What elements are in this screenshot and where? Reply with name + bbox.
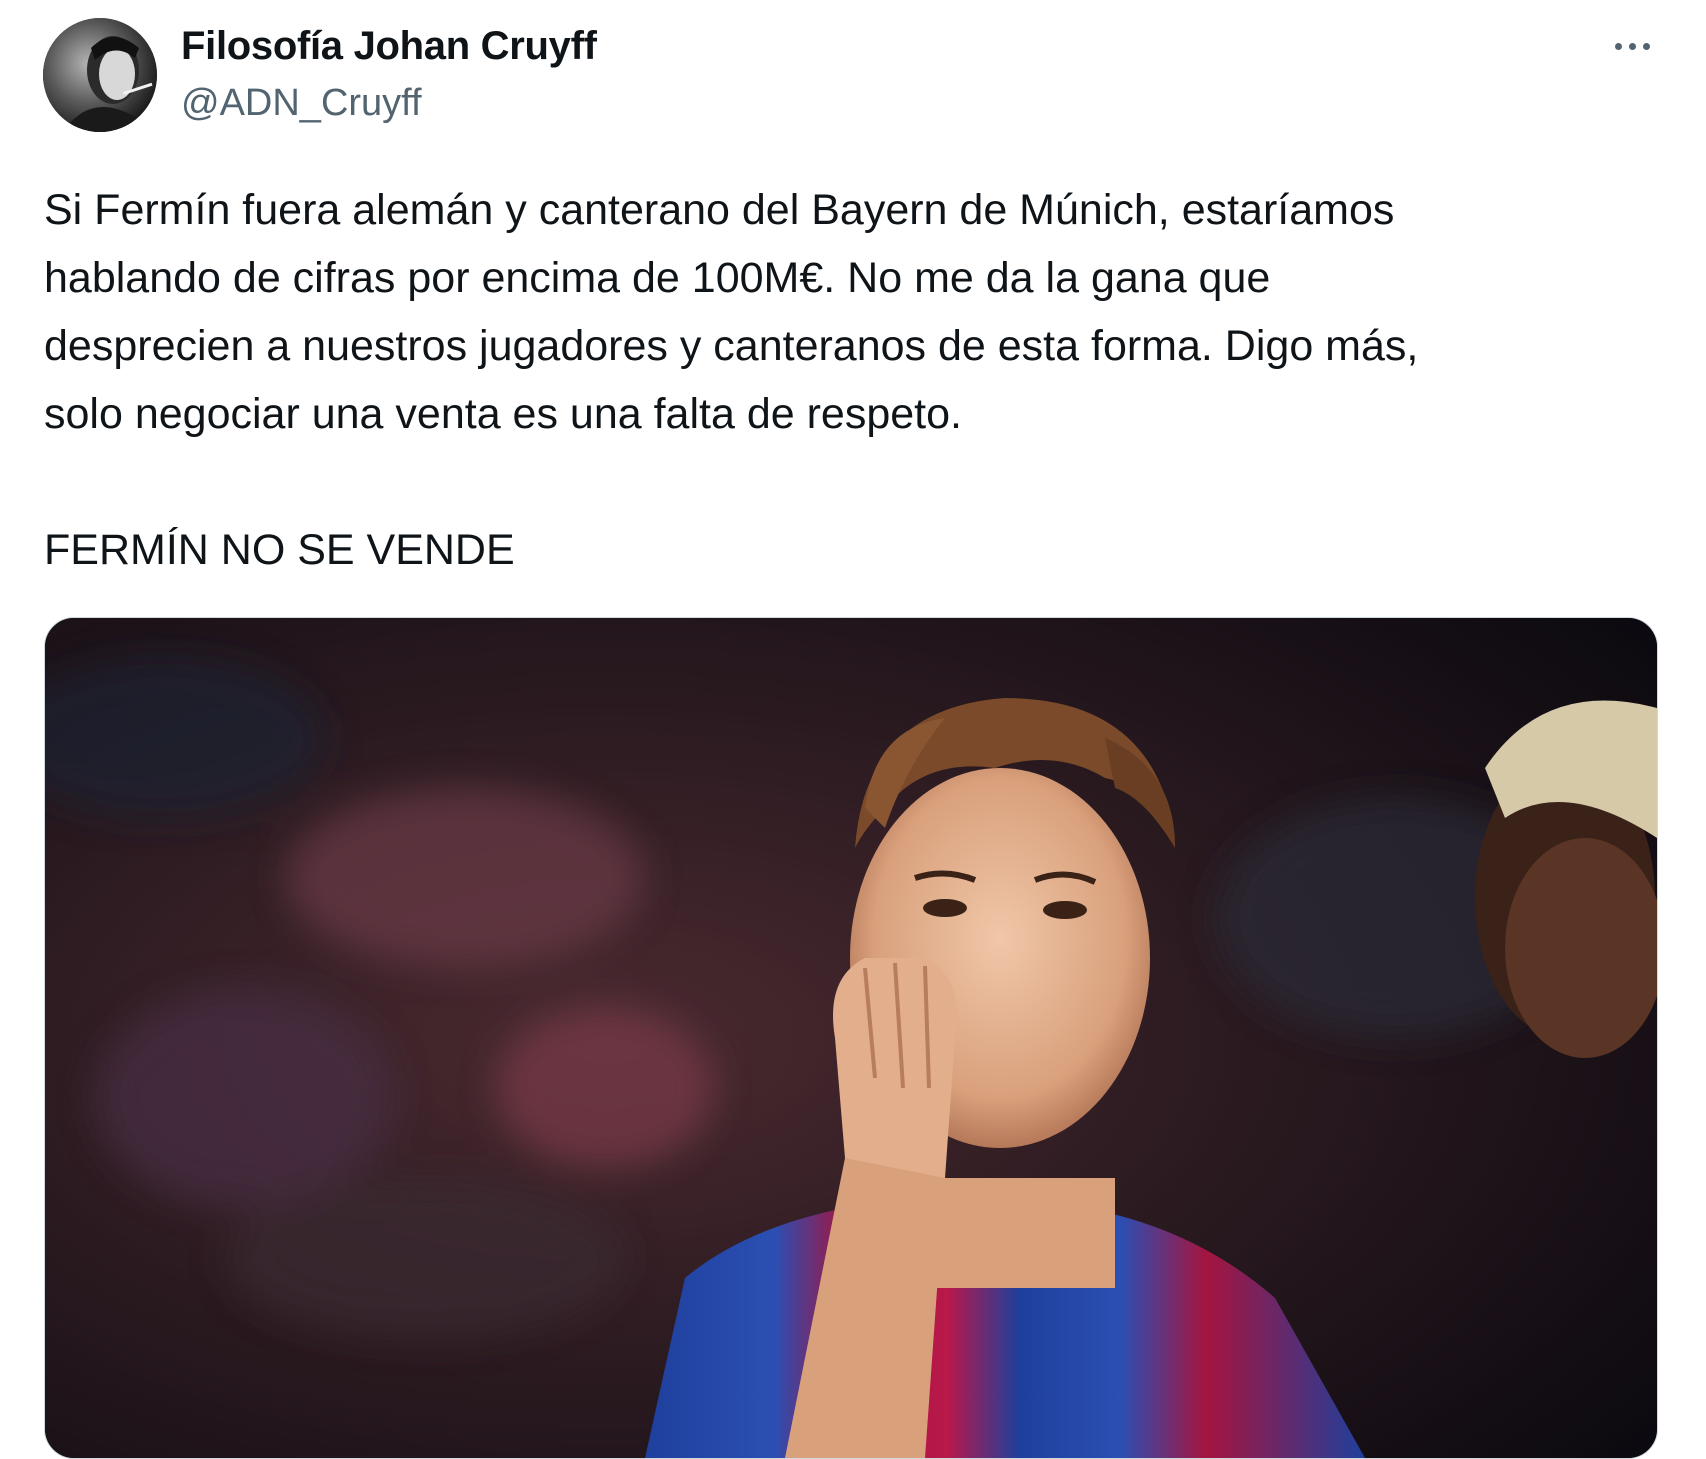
tweet-photo[interactable] bbox=[44, 617, 1658, 1459]
player-photo-image bbox=[45, 618, 1657, 1458]
author-handle[interactable]: @ADN_Cruyff bbox=[181, 82, 422, 125]
more-horizontal-icon bbox=[1628, 42, 1636, 50]
profile-photo-icon bbox=[43, 18, 157, 132]
tweet-text-line: hablando de cifras por encima de 100M€. … bbox=[44, 254, 1271, 302]
tweet-text-line: solo negociar una venta es una falta de … bbox=[44, 390, 962, 438]
tweet-text-line: desprecien a nuestros jugadores y canter… bbox=[44, 322, 1419, 370]
tweet-text-line: FERMÍN NO SE VENDE bbox=[44, 526, 515, 574]
paragraph-break bbox=[44, 448, 1684, 516]
tweet-card: Filosofía Johan Cruyff @ADN_Cruyff Si Fe… bbox=[0, 0, 1706, 1459]
tweet-text-line: Si Fermín fuera alemán y canterano del B… bbox=[44, 186, 1395, 234]
author-avatar[interactable] bbox=[43, 18, 157, 132]
more-options-button[interactable] bbox=[1600, 28, 1664, 64]
more-horizontal-icon bbox=[1614, 42, 1622, 50]
author-display-name[interactable]: Filosofía Johan Cruyff bbox=[181, 24, 597, 69]
more-horizontal-icon bbox=[1642, 42, 1650, 50]
tweet-text: Si Fermín fuera alemán y canterano del B… bbox=[44, 176, 1684, 584]
